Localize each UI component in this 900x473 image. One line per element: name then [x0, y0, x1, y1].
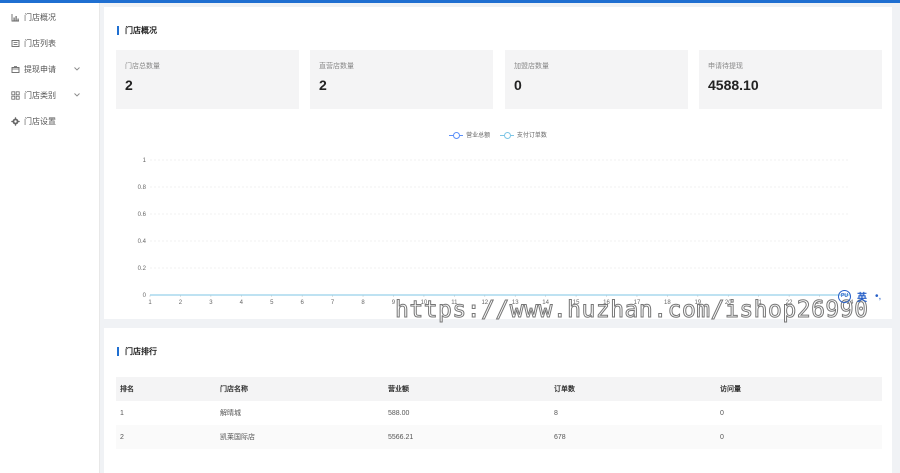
cell-visits: 0	[720, 433, 724, 441]
ranking-table: 排名 门店名称 营业额 订单数 访问量 1 解晴城 588.00 8 0 2 凯…	[116, 377, 882, 449]
stat-label: 加盟店数量	[514, 63, 549, 70]
line-chart: 00.20.40.60.811 2 3 4 5 6 7 8 9 10 11 12 13 14 15 16 17 1…	[138, 158, 854, 306]
column-header-rank: 排名	[120, 386, 134, 393]
sidebar-item-label: 门店列表	[24, 38, 56, 48]
sidebar-item-store-settings[interactable]: 门店设置	[0, 108, 99, 134]
stat-label: 门店总数量	[125, 63, 160, 70]
x-tick-label: 6	[301, 300, 305, 306]
cell-store-name: 凯莱国际店	[220, 434, 255, 441]
column-header-orders: 订单数	[554, 386, 575, 393]
stat-value: 4588.10	[708, 77, 759, 93]
sidebar-item-store-category[interactable]: 门店类别	[0, 82, 99, 108]
x-tick-label: 8	[361, 300, 365, 306]
stat-card-direct-stores: 直营店数量 2	[310, 50, 493, 109]
x-tick-label: 4	[240, 300, 244, 306]
table-row[interactable]: 2 凯莱国际店 5566.21 678 0	[116, 425, 882, 449]
chart-legend: 营业总额 支付订单数	[104, 130, 892, 140]
cell-store-name: 解晴城	[220, 410, 241, 417]
sidebar-item-store-overview[interactable]: 门店概况	[0, 4, 99, 30]
sidebar-item-label: 门店概况	[24, 12, 56, 22]
x-tick-label: 7	[331, 300, 335, 306]
x-tick-label: 1	[148, 300, 152, 306]
gear-icon	[10, 116, 20, 126]
sidebar-item-label: 提现申请	[24, 64, 56, 74]
stat-value: 0	[514, 77, 522, 93]
cell-orders: 678	[554, 433, 566, 441]
x-tick-label: 3	[209, 300, 213, 306]
cell-orders: 8	[554, 409, 558, 417]
column-header-visits: 访问量	[720, 386, 741, 393]
section-title-ranking: 门店排行	[117, 347, 157, 356]
section-title-overview: 门店概况	[117, 26, 157, 35]
legend-label: 营业总额	[466, 133, 491, 139]
chevron-down-icon[interactable]	[73, 65, 81, 73]
y-tick-label: 0.2	[138, 266, 147, 272]
y-tick-label: 1	[143, 158, 147, 164]
stat-label: 直营店数量	[319, 63, 354, 70]
grid-icon	[10, 90, 20, 100]
y-tick-label: 0.4	[138, 239, 147, 245]
sidebar-item-withdraw-request[interactable]: 提现申请	[0, 56, 99, 82]
list-icon	[10, 38, 20, 48]
legend-marker-icon	[499, 131, 514, 139]
legend-item-orders[interactable]: 支付订单数	[499, 130, 547, 139]
cell-rank: 2	[120, 433, 124, 441]
column-header-store-name: 门店名称	[220, 386, 248, 393]
stat-card-franchise-stores: 加盟店数量 0	[505, 50, 688, 109]
ime-toolbar[interactable]: PU 英 •,	[838, 288, 887, 304]
cell-visits: 0	[720, 409, 724, 417]
stat-card-pending-withdraw: 申请待提现 4588.10	[699, 50, 882, 109]
watermark-text: https://www.huzhan.com/ishop26990	[394, 297, 869, 324]
cell-revenue: 588.00	[388, 409, 410, 417]
y-tick-label: 0	[143, 293, 147, 299]
ime-language-toggle[interactable]: 英	[857, 289, 867, 304]
legend-marker-icon	[449, 131, 464, 139]
table-row[interactable]: 1 解晴城 588.00 8 0	[116, 401, 882, 425]
sidebar: 门店概况 门店列表 提现申请 门店类别 门店设置	[0, 3, 100, 473]
legend-item-revenue[interactable]: 营业总额	[449, 130, 490, 139]
stat-cards: 门店总数量 2 直营店数量 2 加盟店数量 0 申请待提现 4588.10	[116, 50, 882, 109]
ime-badge-icon[interactable]: PU	[838, 289, 851, 303]
bar-chart-icon	[10, 12, 20, 22]
store-overview-panel: 门店概况 门店总数量 2 直营店数量 2 加盟店数量 0 申请待提现 4588.…	[104, 7, 892, 319]
x-tick-label: 2	[179, 300, 183, 306]
stat-value: 2	[319, 77, 327, 93]
y-tick-label: 0.8	[138, 185, 147, 191]
cell-revenue: 5566.21	[388, 433, 414, 441]
column-header-revenue: 营业额	[388, 386, 409, 393]
x-tick-label: 5	[270, 300, 274, 306]
sidebar-item-label: 门店设置	[24, 116, 56, 126]
ime-punctuation-icon[interactable]: •,	[875, 291, 881, 302]
stat-value: 2	[125, 77, 133, 93]
stat-label: 申请待提现	[708, 63, 743, 70]
cell-rank: 1	[120, 409, 124, 417]
sidebar-item-label: 门店类别	[24, 90, 56, 100]
main-content: 门店概况 门店总数量 2 直营店数量 2 加盟店数量 0 申请待提现 4588.…	[104, 3, 892, 473]
legend-label: 支付订单数	[516, 133, 547, 139]
y-tick-label: 0.6	[138, 212, 147, 218]
wallet-icon	[10, 64, 20, 74]
stat-card-total-stores: 门店总数量 2	[116, 50, 299, 109]
chevron-down-icon[interactable]	[73, 91, 81, 99]
table-header-row: 排名 门店名称 营业额 订单数 访问量	[116, 377, 882, 401]
sidebar-item-store-list[interactable]: 门店列表	[0, 30, 99, 56]
store-ranking-panel: 门店排行 排名 门店名称 营业额 订单数 访问量 1 解晴城 588.00 8 …	[104, 328, 892, 473]
